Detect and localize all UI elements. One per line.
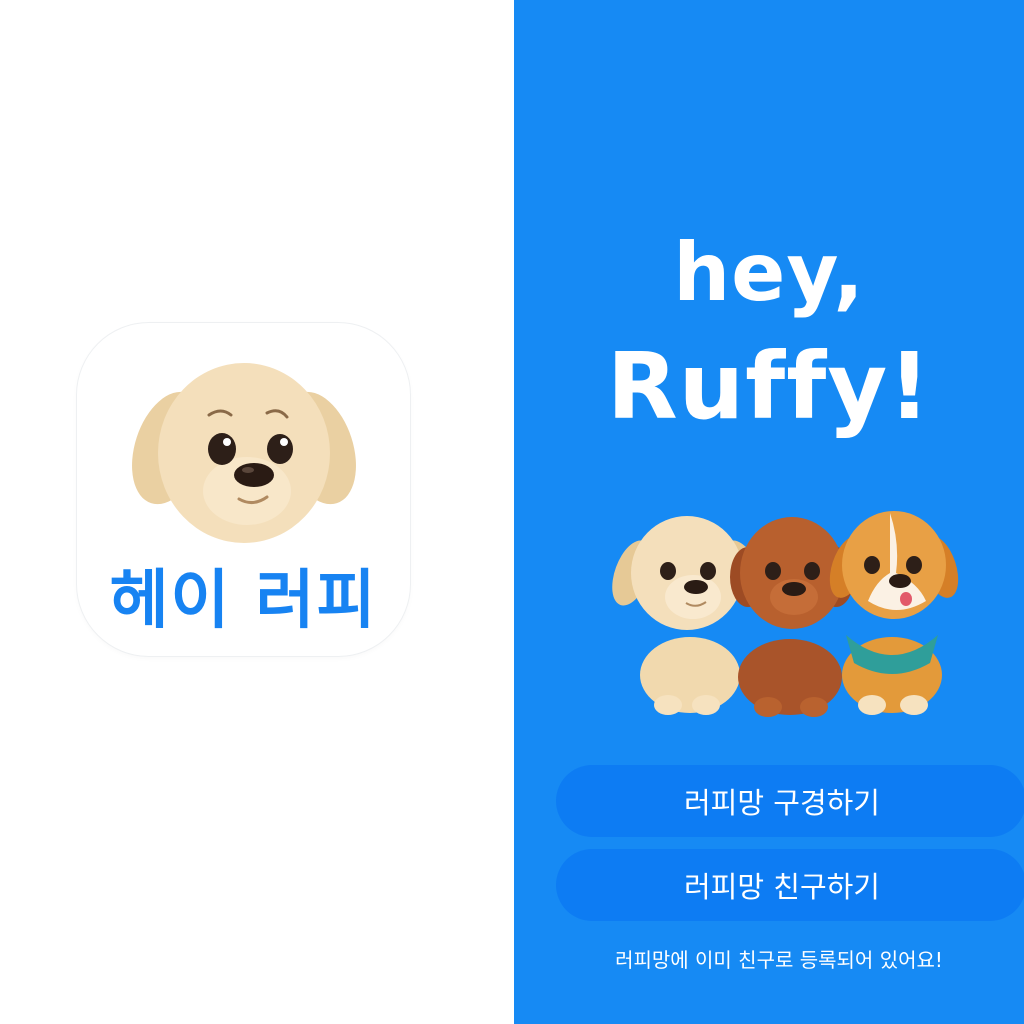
footer-note: 러피망에 이미 친구로 등록되어 있어요! bbox=[615, 948, 943, 972]
app-icon-panel: 헤이 러피 bbox=[0, 0, 514, 1024]
splash-screen: hey, Ruffy! 러피망 구경하기 러피망 친구하기 러피망에 이미 친구… bbox=[514, 0, 1024, 1024]
headline-greeting: hey, bbox=[673, 226, 865, 319]
orange-puppy bbox=[829, 511, 959, 715]
browse-button[interactable]: 러피망 구경하기 bbox=[556, 765, 1024, 837]
brown-puppy bbox=[730, 517, 854, 717]
headline-name: Ruffy! bbox=[606, 333, 932, 440]
app-name-label: 헤이 러피 bbox=[109, 564, 378, 638]
app-icon[interactable]: 헤이 러피 bbox=[77, 323, 410, 656]
invite-friend-button[interactable]: 러피망 친구하기 bbox=[556, 849, 1024, 921]
screen: 헤이 러피 hey, Ruffy! 러피망 구경하기 러피망 친구하기 러피망에… bbox=[0, 0, 1024, 1024]
three-puppies-illustration bbox=[612, 511, 959, 717]
puppy-face-icon bbox=[132, 363, 356, 543]
